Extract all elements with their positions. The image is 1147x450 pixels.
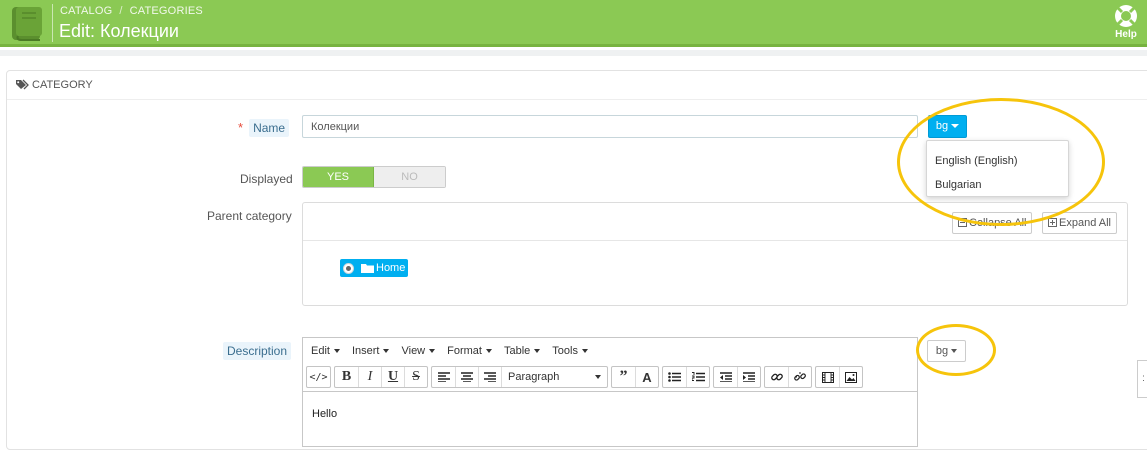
breadcrumb-categories[interactable]: CATEGORIES [130, 5, 203, 17]
book-icon [12, 7, 42, 41]
tags-icon [16, 79, 29, 90]
text-color-icon[interactable]: A [635, 367, 658, 387]
displayed-label: Displayed [240, 172, 293, 186]
menu-tools[interactable]: Tools [552, 345, 588, 357]
panel-heading: CATEGORY [7, 71, 1147, 100]
editor-content[interactable]: Hello [312, 408, 337, 420]
displayed-yes[interactable]: YES [303, 167, 374, 187]
home-radio[interactable] [343, 262, 354, 274]
bold-icon[interactable]: B [335, 367, 358, 387]
lifebuoy-icon [1115, 5, 1137, 27]
caret-down-icon [595, 375, 601, 379]
menu-insert[interactable]: Insert [352, 345, 390, 357]
breadcrumb: CATALOG / CATEGORIES [60, 5, 203, 17]
editor-menubar: Edit Insert View Format Table Tools [303, 338, 917, 364]
home-node-label: Home [376, 262, 406, 274]
blockquote-icon[interactable]: ” [612, 367, 635, 387]
caret-down-icon [333, 349, 340, 353]
unlink-icon[interactable] [788, 367, 811, 387]
align-center-icon[interactable] [455, 367, 478, 387]
panel-heading-text: CATEGORY [32, 79, 93, 91]
header-divider [52, 4, 53, 42]
caret-down-icon [429, 349, 436, 353]
expand-all-label: Expand All [1059, 217, 1111, 229]
side-panel-toggle[interactable]: : [1137, 360, 1147, 398]
media-icon[interactable] [816, 367, 839, 387]
align-right-icon[interactable] [478, 367, 501, 387]
menu-edit[interactable]: Edit [311, 345, 340, 357]
expand-icon [1048, 218, 1057, 227]
tree-node-home[interactable]: Home [340, 259, 409, 277]
format-select-value: Paragraph [508, 371, 560, 383]
required-marker: * [238, 120, 244, 135]
help-button[interactable]: Help [1111, 3, 1141, 40]
numbered-list-icon[interactable] [686, 367, 709, 387]
highlight-ellipse-description-language [916, 324, 996, 376]
name-input[interactable] [302, 115, 918, 138]
folder-icon [361, 264, 374, 273]
rich-text-editor: Edit Insert View Format Table Tools </> … [302, 337, 918, 447]
menu-format[interactable]: Format [447, 345, 492, 357]
subheader-strip [0, 50, 1147, 56]
format-select[interactable]: Paragraph [501, 367, 607, 387]
menu-view[interactable]: View [401, 345, 436, 357]
tree-toolbar-divider [303, 240, 1127, 241]
editor-toolbar: </> B I U S Paragraph ” A [306, 366, 866, 388]
displayed-switch[interactable]: YES NO [302, 166, 446, 188]
breadcrumb-catalog[interactable]: CATALOG [60, 5, 112, 17]
indent-icon[interactable] [737, 367, 760, 387]
italic-icon[interactable]: I [358, 367, 381, 387]
displayed-no[interactable]: NO [374, 167, 445, 187]
parent-category-label: Parent category [207, 209, 292, 223]
bullet-list-icon[interactable] [663, 367, 686, 387]
help-label: Help [1115, 29, 1137, 40]
caret-down-icon [534, 349, 541, 353]
outdent-icon[interactable] [714, 367, 737, 387]
strikethrough-icon[interactable]: S [404, 367, 427, 387]
menu-table[interactable]: Table [504, 345, 541, 357]
name-label: Name [249, 119, 290, 137]
description-label-row: Description [223, 342, 292, 360]
link-icon[interactable] [765, 367, 788, 387]
image-icon[interactable] [839, 367, 862, 387]
highlight-ellipse-language-menu [897, 98, 1105, 226]
name-label-row: * Name [238, 119, 290, 137]
code-icon[interactable]: </> [307, 367, 330, 387]
top-header: CATALOG / CATEGORIES Edit: Колекции Help [0, 0, 1147, 47]
description-label: Description [223, 342, 292, 360]
underline-icon[interactable]: U [381, 367, 404, 387]
caret-down-icon [383, 349, 390, 353]
editor-toolbar-divider [303, 391, 917, 392]
page-title: Edit: Колекции [59, 21, 179, 41]
caret-down-icon [485, 349, 492, 353]
caret-down-icon [581, 349, 588, 353]
align-left-icon[interactable] [432, 367, 455, 387]
